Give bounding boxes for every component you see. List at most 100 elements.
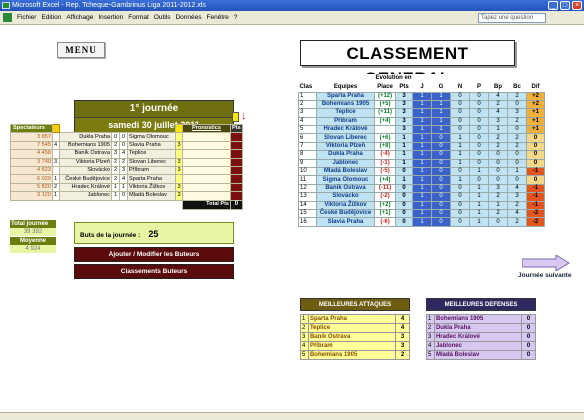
rank-bc: 3 bbox=[507, 192, 527, 202]
pronostic-cell[interactable] bbox=[182, 165, 231, 176]
pronostic-cell[interactable] bbox=[182, 157, 231, 167]
rank-dif: -1 bbox=[526, 166, 545, 177]
away-team[interactable]: Sparta Praha bbox=[127, 174, 176, 184]
home-team[interactable]: Baník Ostrava bbox=[59, 149, 112, 159]
rank-j: 1 bbox=[412, 133, 432, 143]
menu-item[interactable]: ? bbox=[234, 11, 238, 25]
pronostic-cell[interactable] bbox=[182, 182, 231, 193]
away-score: 4 bbox=[119, 149, 128, 159]
home-team[interactable]: Slovácko bbox=[59, 165, 112, 176]
rank-n: 0 bbox=[450, 108, 470, 118]
rank-j: 1 bbox=[412, 183, 432, 194]
pronostic-cell[interactable] bbox=[182, 174, 231, 184]
away-team[interactable]: Viktoria Žižkov bbox=[127, 182, 176, 193]
rank-bp: 0 bbox=[488, 150, 508, 160]
attaques-title: MEILLEURES ATTAQUES bbox=[300, 298, 410, 311]
close-button[interactable]: × bbox=[572, 1, 582, 10]
menu-item[interactable]: Données bbox=[175, 11, 201, 25]
away-team[interactable]: Teplice bbox=[127, 149, 176, 159]
home-team[interactable]: Dukla Praha bbox=[59, 132, 112, 142]
rank-bc: 2 bbox=[507, 116, 527, 127]
rank-evo: (-1) bbox=[373, 158, 397, 169]
ajouter-buteurs-button[interactable]: Ajouter / Modifier les Buteurs bbox=[74, 247, 234, 262]
pronostic-cell[interactable] bbox=[182, 191, 231, 201]
classements-buteurs-button[interactable]: Classements Buteurs bbox=[74, 264, 234, 279]
menu-item[interactable]: Fichier bbox=[17, 11, 37, 25]
pronostic-cell[interactable] bbox=[182, 132, 231, 142]
attaques-team: Bohemians 1905 bbox=[307, 350, 397, 360]
rank-p: 1 bbox=[469, 208, 489, 219]
rank-pos: 6 bbox=[298, 133, 317, 143]
pts-cell bbox=[230, 191, 243, 201]
rank-pts: 3 bbox=[395, 108, 413, 118]
attaques-row: 3 Baník Ostrava 3 bbox=[300, 332, 410, 342]
menu-item[interactable]: Affichage bbox=[66, 11, 93, 25]
match-row: 3 740 3 Viktoria Plzeň 2 2 Slovan Liberec 3 bbox=[10, 157, 243, 167]
home-score: 2 bbox=[111, 140, 120, 151]
rank-pos: 2 bbox=[298, 99, 317, 110]
rank-j: 1 bbox=[412, 158, 432, 169]
rank-g: 1 bbox=[431, 125, 451, 135]
spectateurs-header: Spectateurs bbox=[10, 123, 53, 134]
away-team[interactable]: Příbram bbox=[127, 165, 176, 176]
rank-pos: 5 bbox=[298, 125, 317, 135]
flag-cell: 1 bbox=[52, 191, 60, 201]
home-team[interactable]: Hradec Králové bbox=[59, 182, 112, 193]
bp-header: Bp bbox=[488, 83, 508, 92]
menu-item[interactable]: Format bbox=[128, 11, 149, 25]
away-team[interactable]: Slovan Liberec bbox=[127, 157, 176, 167]
menu-item[interactable]: Edition bbox=[41, 11, 61, 25]
down-arrow-icon[interactable]: ↓ bbox=[241, 111, 247, 122]
up-arrow-icon[interactable] bbox=[232, 112, 239, 122]
menu-item[interactable]: Fenêtre bbox=[207, 11, 229, 25]
home-team[interactable]: Jablonec bbox=[59, 191, 112, 201]
flag-cell bbox=[52, 132, 60, 142]
home-score: 3 bbox=[111, 149, 120, 159]
ranking-row: 2 Bohemians 1905 (+5) 3 1 1 0 0 2 0 +2 bbox=[298, 99, 545, 110]
defenses-rank: 4 bbox=[426, 341, 435, 351]
menu-item[interactable]: Insertion bbox=[98, 11, 123, 25]
defenses-value: 0 bbox=[521, 332, 536, 342]
away-team[interactable]: Slavia Praha bbox=[127, 140, 176, 151]
rank-bc: 0 bbox=[507, 99, 527, 110]
away-team[interactable]: Sigma Olomouc bbox=[127, 132, 176, 142]
attaques-row: 5 Bohemians 1905 2 bbox=[300, 350, 410, 360]
flag-cell: 2 bbox=[52, 182, 60, 193]
rank-dif: 0 bbox=[526, 141, 545, 152]
home-team[interactable]: České Budějovice bbox=[59, 174, 112, 184]
pts-cell bbox=[230, 157, 243, 167]
flag-cell: 1 bbox=[52, 174, 60, 184]
rank-pos: 9 bbox=[298, 158, 317, 169]
menu-button[interactable]: MENU bbox=[57, 42, 105, 58]
home-team[interactable]: Bohemians 1905 bbox=[59, 140, 112, 151]
rank-pos: 8 bbox=[298, 150, 317, 160]
away-team[interactable]: Mladá Boleslav bbox=[127, 191, 176, 201]
flag-cell bbox=[52, 149, 60, 159]
pronostic-cell[interactable] bbox=[182, 140, 231, 151]
rank-evo: (-2) bbox=[373, 192, 397, 202]
pronostic-cell[interactable] bbox=[182, 149, 231, 159]
total-journee-label: Total journée bbox=[10, 220, 56, 228]
total-journee-value: 39 392 bbox=[10, 228, 56, 236]
next-journee-arrow-icon[interactable] bbox=[522, 255, 570, 271]
menu-item[interactable]: Outils bbox=[154, 11, 171, 25]
rank-bp: 0 bbox=[488, 158, 508, 169]
rank-dif: -1 bbox=[526, 183, 545, 194]
home-team[interactable]: Viktoria Plzeň bbox=[59, 157, 112, 167]
equipes-header: Equipes bbox=[316, 83, 375, 92]
p-header: P bbox=[469, 83, 489, 92]
rank-pos: 16 bbox=[298, 217, 317, 227]
maximize-button[interactable]: □ bbox=[560, 1, 570, 10]
question-input[interactable]: Tapez une question bbox=[478, 13, 546, 23]
rank-g: 0 bbox=[431, 166, 451, 177]
g-header: G bbox=[431, 83, 451, 92]
ranking-panel: Evolution en Clas Equipes Place Pts J G … bbox=[298, 74, 545, 227]
journee-suivante-link[interactable]: Journée suivante bbox=[518, 272, 580, 280]
pts-cell bbox=[230, 149, 243, 159]
rank-pos: 7 bbox=[298, 141, 317, 152]
rank-bc: 2 bbox=[507, 217, 527, 227]
rank-g: 0 bbox=[431, 158, 451, 169]
flag-cell bbox=[52, 165, 60, 176]
minimize-button[interactable]: _ bbox=[548, 1, 558, 10]
rank-dif: -1 bbox=[526, 192, 545, 202]
